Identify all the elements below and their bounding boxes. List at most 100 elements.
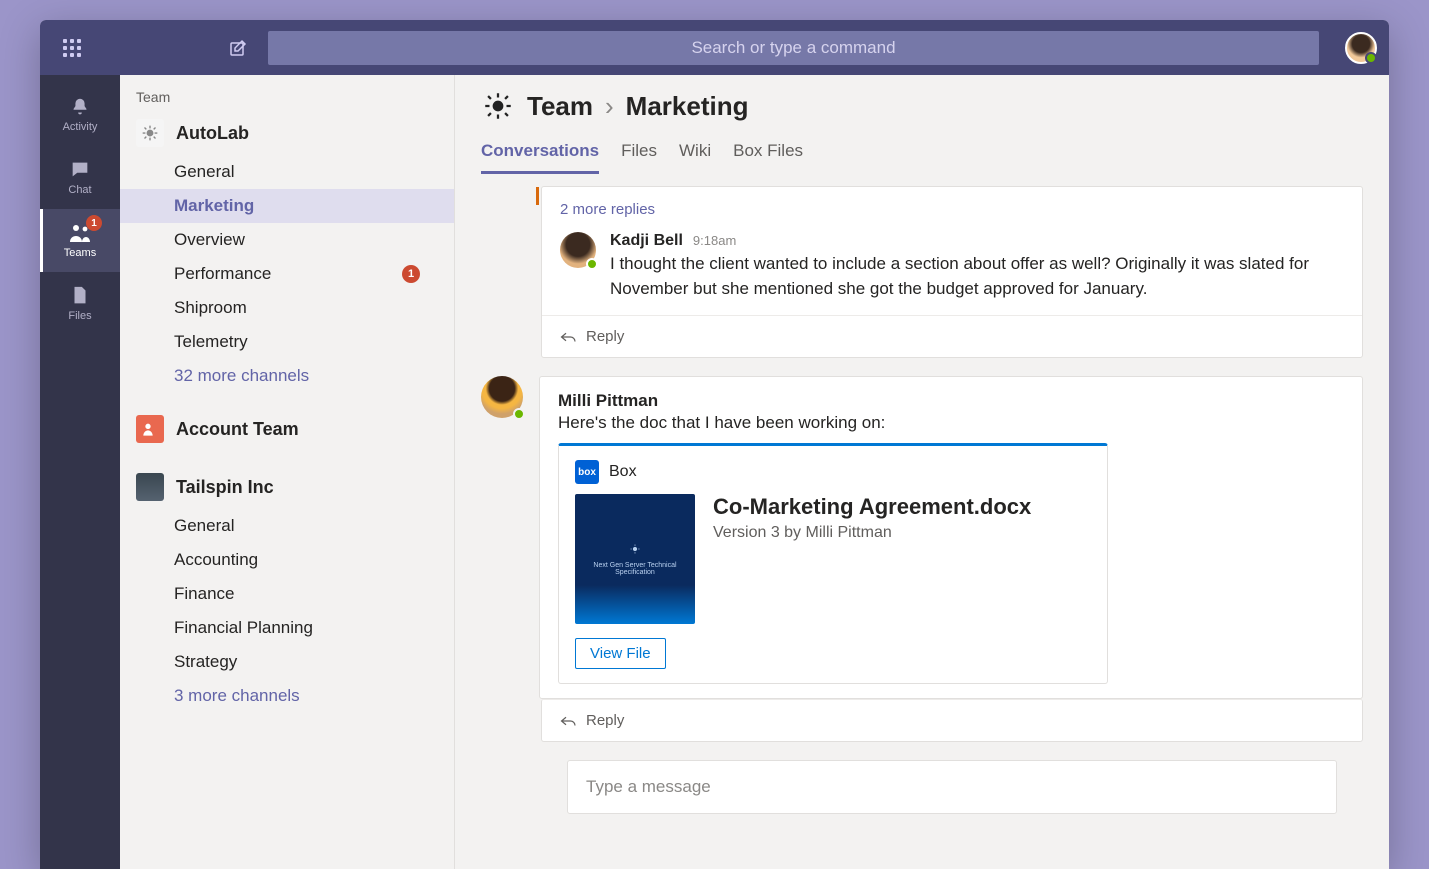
timestamp: 9:18am [693, 233, 736, 248]
rail-label: Teams [64, 247, 96, 259]
team-name: AutoLab [176, 123, 249, 144]
attachment-subtitle: Version 3 by Milli Pittman [713, 524, 1031, 542]
file-icon [70, 285, 90, 307]
attachment-card: box Box Next Gen Server Technical Speci [558, 443, 1108, 684]
nav-rail: Activity Chat 1 Teams Files [40, 75, 120, 869]
presence-indicator [1365, 52, 1377, 64]
tab-wiki[interactable]: Wiki [679, 133, 711, 174]
reply-body: Kadji Bell 9:18am I thought the client w… [610, 232, 1344, 301]
attachment-title[interactable]: Co-Marketing Agreement.docx [713, 494, 1031, 520]
presence-indicator [513, 408, 525, 420]
rail-label: Files [68, 310, 91, 322]
author-name[interactable]: Kadji Bell [610, 232, 683, 250]
team-autolab[interactable]: AutoLab [120, 111, 454, 155]
channel-label: Overview [174, 230, 245, 250]
sidebar-header: Team [120, 75, 454, 111]
team-logo-icon [481, 89, 515, 123]
channel-performance[interactable]: Performance 1 [120, 257, 454, 291]
avatar[interactable] [481, 376, 523, 418]
notification-badge: 1 [402, 265, 420, 283]
reply-button[interactable]: Reply [542, 699, 1362, 741]
unread-marker [536, 187, 539, 205]
channel-strategy[interactable]: Strategy [120, 645, 454, 679]
body: Activity Chat 1 Teams Files [40, 75, 1389, 869]
channel-general-2[interactable]: General [120, 509, 454, 543]
team-name: Tailspin Inc [176, 477, 274, 498]
rail-teams[interactable]: 1 Teams [40, 209, 120, 272]
search-box[interactable] [268, 31, 1319, 65]
channel-marketing[interactable]: Marketing [120, 189, 454, 223]
sidebar: Team AutoLab General Marketing [120, 75, 455, 869]
team-avatar-icon [136, 119, 164, 147]
breadcrumb: Team › Marketing [481, 89, 1363, 123]
rail-label: Chat [68, 184, 91, 196]
channel-label: General [174, 516, 234, 536]
team-avatar-icon [136, 473, 164, 501]
channel-general[interactable]: General [120, 155, 454, 189]
more-channels-link[interactable]: 32 more channels [120, 359, 454, 393]
channel-shiproom[interactable]: Shiproom [120, 291, 454, 325]
breadcrumb-team[interactable]: Team [527, 91, 593, 122]
titlebar [40, 20, 1389, 75]
reply-icon [560, 714, 578, 728]
post: Milli Pittman Here's the doc that I have… [481, 376, 1363, 699]
app-launcher-icon[interactable] [52, 39, 92, 57]
rail-label: Activity [63, 121, 98, 133]
team-account[interactable]: Account Team [120, 407, 454, 451]
bell-icon [69, 96, 91, 118]
more-replies-link[interactable]: 2 more replies [542, 187, 1362, 228]
channel-finance[interactable]: Finance [120, 577, 454, 611]
channel-label: Performance [174, 264, 271, 284]
reply-label: Reply [586, 712, 624, 729]
channel-telemetry[interactable]: Telemetry [120, 325, 454, 359]
channel-accounting[interactable]: Accounting [120, 543, 454, 577]
breadcrumb-channel: Marketing [626, 91, 749, 122]
more-channels-link-2[interactable]: 3 more channels [120, 679, 454, 713]
presence-indicator [586, 258, 598, 270]
post-body: Milli Pittman Here's the doc that I have… [539, 376, 1363, 699]
reply: Kadji Bell 9:18am I thought the client w… [542, 228, 1362, 315]
chevron-right-icon: › [605, 91, 614, 122]
channel-label: General [174, 162, 234, 182]
channel-label: Marketing [174, 196, 254, 216]
attachment-provider: Box [609, 463, 637, 481]
reply-icon [560, 330, 578, 344]
channel-label: Telemetry [174, 332, 248, 352]
tab-files[interactable]: Files [621, 133, 657, 174]
channel-label: Strategy [174, 652, 237, 672]
more-channels-label: 32 more channels [174, 366, 309, 386]
tab-conversations[interactable]: Conversations [481, 133, 599, 174]
main-header: Team › Marketing Conversations Files Wik… [455, 75, 1389, 174]
author-name[interactable]: Milli Pittman [558, 391, 1344, 411]
channel-financial-planning[interactable]: Financial Planning [120, 611, 454, 645]
channel-label: Financial Planning [174, 618, 313, 638]
reply-button[interactable]: Reply [542, 315, 1362, 357]
team-name: Account Team [176, 419, 299, 440]
conversation-area: 2 more replies Kadji Bell 9:18am I thoug… [455, 174, 1389, 869]
profile-avatar[interactable] [1345, 32, 1377, 64]
compose-placeholder: Type a message [586, 777, 711, 796]
team-tailspin[interactable]: Tailspin Inc [120, 465, 454, 509]
rail-chat[interactable]: Chat [40, 146, 120, 209]
more-channels-label: 3 more channels [174, 686, 300, 706]
avatar[interactable] [560, 232, 596, 268]
tab-box-files[interactable]: Box Files [733, 133, 803, 174]
channel-label: Accounting [174, 550, 258, 570]
chat-icon [69, 159, 91, 181]
document-thumbnail[interactable]: Next Gen Server Technical Specification [575, 494, 695, 624]
channel-overview[interactable]: Overview [120, 223, 454, 257]
tabs: Conversations Files Wiki Box Files [481, 133, 1363, 174]
view-file-button[interactable]: View File [575, 638, 666, 669]
team-list: AutoLab General Marketing Overview Perfo… [120, 111, 454, 869]
app-window: Activity Chat 1 Teams Files [40, 20, 1389, 869]
message-text: Here's the doc that I have been working … [558, 413, 1344, 433]
rail-badge: 1 [86, 215, 102, 231]
search-input[interactable] [268, 38, 1319, 58]
channel-label: Finance [174, 584, 234, 604]
thread-card: 2 more replies Kadji Bell 9:18am I thoug… [541, 186, 1363, 358]
compose-box[interactable]: Type a message [567, 760, 1337, 814]
compose-icon[interactable] [222, 32, 254, 64]
message-text: I thought the client wanted to include a… [610, 252, 1344, 301]
rail-activity[interactable]: Activity [40, 83, 120, 146]
rail-files[interactable]: Files [40, 272, 120, 335]
